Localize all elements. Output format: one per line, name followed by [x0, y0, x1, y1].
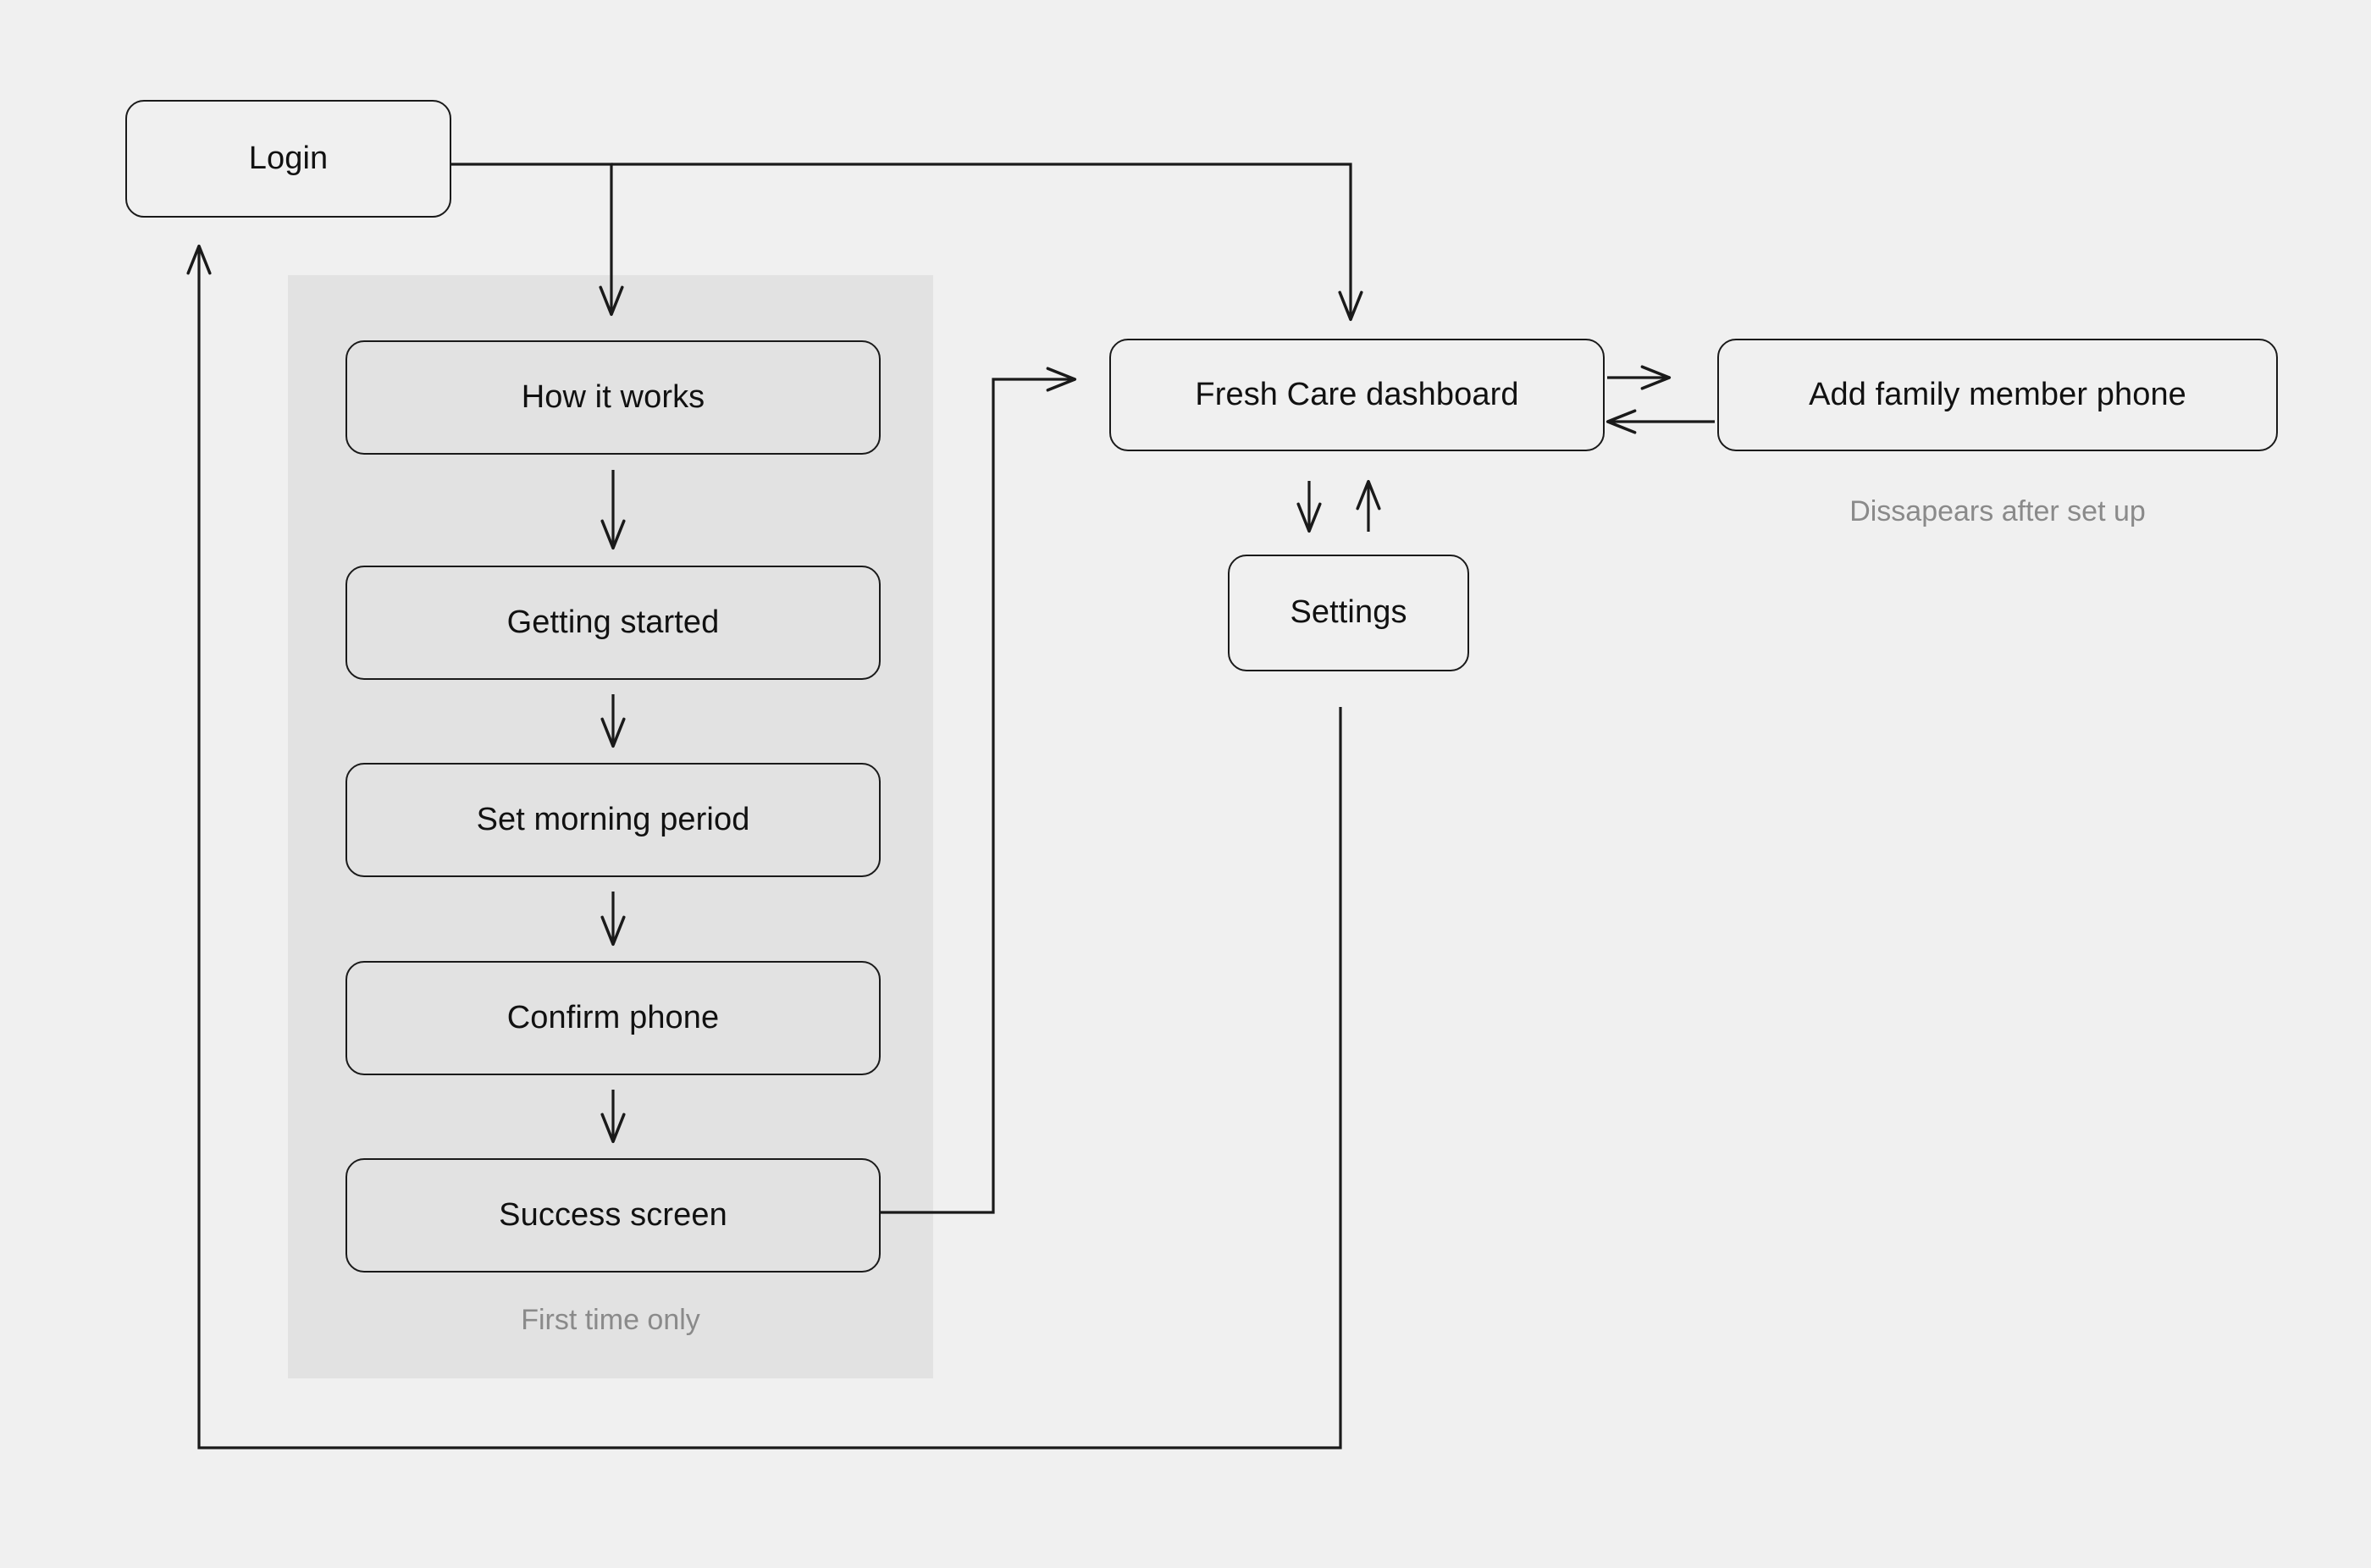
- node-how-it-works-label: How it works: [521, 378, 705, 415]
- node-login[interactable]: Login: [125, 100, 451, 218]
- node-getting-started[interactable]: Getting started: [345, 566, 881, 680]
- node-settings-label: Settings: [1290, 594, 1407, 631]
- node-add-family-member-phone-label: Add family member phone: [1809, 376, 2186, 412]
- node-settings[interactable]: Settings: [1228, 555, 1469, 671]
- node-confirm-phone-label: Confirm phone: [506, 999, 720, 1035]
- node-set-morning-period[interactable]: Set morning period: [345, 763, 881, 877]
- node-add-family-member-phone[interactable]: Add family member phone: [1717, 339, 2278, 451]
- node-how-it-works[interactable]: How it works: [345, 340, 881, 455]
- caption-dissapears-after-set-up: Dissapears after set up: [1849, 495, 2146, 527]
- node-set-morning-period-label: Set morning period: [476, 801, 750, 837]
- node-success-screen[interactable]: Success screen: [345, 1158, 881, 1273]
- diagram-canvas: First time only Login How it works Getti…: [0, 0, 2371, 1568]
- group-caption-first-time-only: First time only: [521, 1304, 700, 1336]
- node-success-screen-label: Success screen: [499, 1196, 727, 1233]
- node-getting-started-label: Getting started: [506, 604, 720, 640]
- node-fresh-care-dashboard[interactable]: Fresh Care dashboard: [1109, 339, 1605, 451]
- node-fresh-care-dashboard-label: Fresh Care dashboard: [1195, 376, 1519, 412]
- node-confirm-phone[interactable]: Confirm phone: [345, 961, 881, 1075]
- node-login-label: Login: [248, 140, 329, 176]
